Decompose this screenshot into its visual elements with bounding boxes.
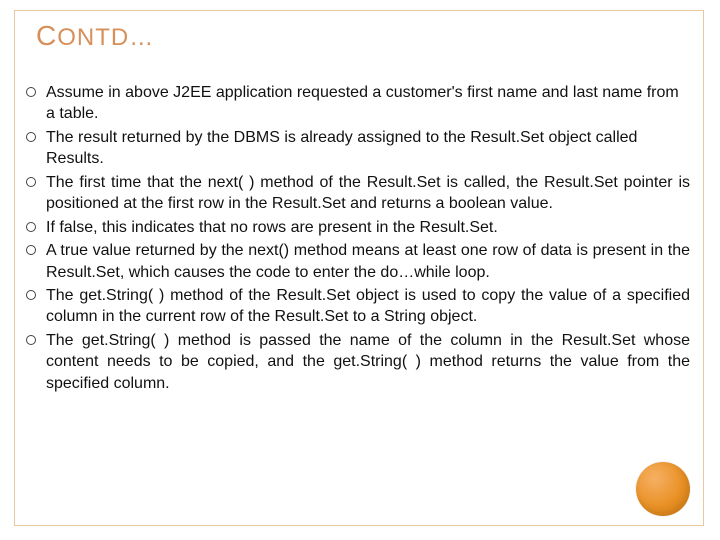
bullet-icon xyxy=(26,132,36,142)
bullet-icon xyxy=(26,87,36,97)
list-item: The first time that the next( ) method o… xyxy=(24,172,690,215)
title-first-letter: C xyxy=(36,20,57,51)
list-item-text: If false, this indicates that no rows ar… xyxy=(46,217,690,238)
bullet-icon xyxy=(26,222,36,232)
bullet-icon xyxy=(26,290,36,300)
list-item-text: The result returned by the DBMS is alrea… xyxy=(46,127,690,170)
bullet-icon xyxy=(26,177,36,187)
list-item: The result returned by the DBMS is alrea… xyxy=(24,127,690,170)
list-item-text: The get.String( ) method is passed the n… xyxy=(46,330,690,394)
list-item: If false, this indicates that no rows ar… xyxy=(24,217,690,238)
list-item: A true value returned by the next() meth… xyxy=(24,240,690,283)
list-item: Assume in above J2EE application request… xyxy=(24,82,690,125)
bullet-list: Assume in above J2EE application request… xyxy=(24,82,690,396)
list-item-text: The first time that the next( ) method o… xyxy=(46,172,690,215)
list-item-text: A true value returned by the next() meth… xyxy=(46,240,690,283)
decorative-circle-icon xyxy=(636,462,690,516)
bullet-icon xyxy=(26,245,36,255)
bullet-icon xyxy=(26,335,36,345)
slide-title: CONTD… xyxy=(36,20,154,52)
list-item: The get.String( ) method is passed the n… xyxy=(24,330,690,394)
title-rest: ONTD… xyxy=(57,24,154,51)
list-item-text: The get.String( ) method of the Result.S… xyxy=(46,285,690,328)
list-item-text: Assume in above J2EE application request… xyxy=(46,82,690,125)
list-item: The get.String( ) method of the Result.S… xyxy=(24,285,690,328)
